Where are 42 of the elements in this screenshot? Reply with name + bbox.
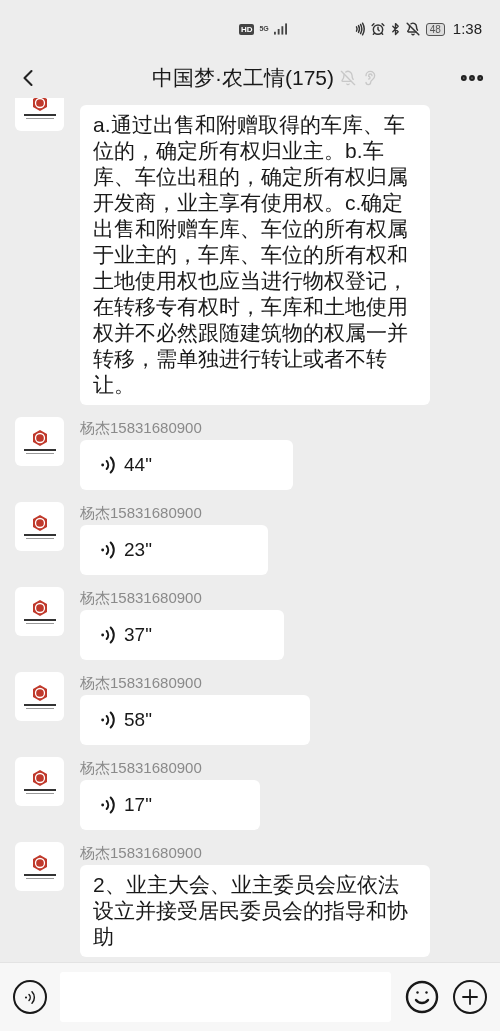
voice-wave-icon (24, 989, 36, 1005)
voice-wave-icon (100, 795, 116, 815)
voice-duration: 17" (124, 792, 152, 817)
voice-message-bubble[interactable]: 58" (80, 695, 310, 745)
alarm-icon (370, 22, 385, 36)
voice-input-button[interactable] (13, 980, 47, 1014)
network-indicator: HD (238, 23, 255, 35)
emoji-button[interactable] (404, 979, 440, 1015)
message-bubble[interactable]: a.通过出售和附赠取得的车库、车位的，确定所有权归业主。b.车库、车位出租的，确定所有权归属开发商，业主享有使用权。c.确定出售和附赠车库、车位的所有权属于业主的，车库、车位的所有权和土地使用权也应当进行物权登记，在转移专有权时，车库和土地使用权并不必然跟随建筑物的权属一并转移，需单独进行转让或者不转让。 (80, 105, 430, 405)
avatar-logo-icon[interactable] (15, 502, 64, 551)
signal-icon (273, 23, 287, 35)
sender-name: 杨杰15831680900 (80, 843, 203, 863)
voice-duration: 44" (124, 452, 152, 477)
muted-bell-icon (340, 70, 356, 86)
sender-name: 杨杰15831680900 (80, 588, 203, 608)
voice-message-bubble[interactable]: 44" (80, 440, 293, 490)
voice-message-bubble[interactable]: 37" (80, 610, 285, 660)
avatar-logo-icon[interactable] (15, 757, 64, 806)
ear-icon (362, 70, 378, 86)
mute-icon (405, 22, 420, 36)
voice-duration: 58" (124, 707, 152, 732)
message-bubble[interactable]: 2、业主大会、业主委员会应依法设立并接受居民委员会的指导和协助 (80, 865, 430, 957)
sender-name: 杨杰15831680900 (80, 503, 203, 523)
sender-name: 杨杰15831680900 (80, 758, 203, 778)
avatar-logo-icon[interactable] (15, 587, 64, 636)
avatar-logo-icon[interactable] (15, 842, 64, 891)
battery-level: 48 (425, 22, 445, 36)
clock-time: 1:38 (452, 18, 482, 39)
voice-message-bubble[interactable]: 17" (80, 780, 261, 830)
voice-wave-icon (100, 540, 116, 560)
sender-name: 杨杰15831680900 (80, 418, 203, 438)
voice-duration: 23" (124, 537, 152, 562)
avatar-logo-icon[interactable] (15, 672, 64, 721)
chat-title: 中国梦·农工情(175) (152, 65, 334, 92)
voice-duration: 37" (124, 622, 152, 647)
voice-wave-icon (100, 455, 116, 475)
voice-wave-icon (100, 625, 116, 645)
sender-name: 杨杰15831680900 (80, 673, 203, 693)
avatar-logo-icon[interactable] (15, 417, 64, 466)
voice-wave-icon (100, 710, 116, 730)
voice-message-bubble[interactable]: 23" (80, 525, 268, 575)
add-button[interactable] (453, 980, 487, 1014)
